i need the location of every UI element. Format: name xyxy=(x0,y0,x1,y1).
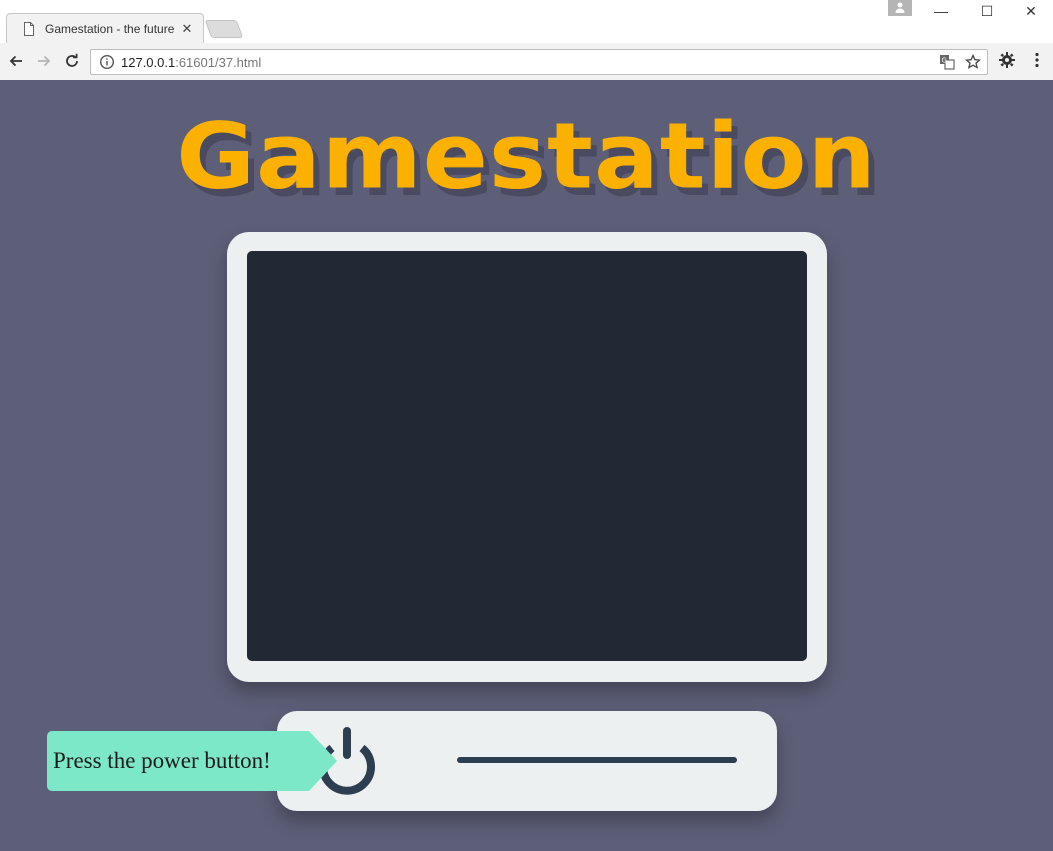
page-content: Gamestation Press the power button! xyxy=(0,80,1053,851)
browser-toolbar: 127.0.0.1:61601/37.html G xyxy=(0,43,1053,80)
svg-text:G: G xyxy=(942,57,947,65)
monitor-frame xyxy=(227,232,827,682)
info-icon[interactable] xyxy=(99,54,115,70)
cartridge-slot xyxy=(457,757,737,763)
kebab-menu-icon[interactable] xyxy=(1026,49,1048,71)
window-close-button[interactable]: ✕ xyxy=(1008,0,1053,22)
game-screen[interactable] xyxy=(247,251,807,661)
star-icon[interactable] xyxy=(963,52,983,72)
new-tab-button[interactable] xyxy=(204,20,244,38)
reload-icon xyxy=(66,53,78,67)
tab-strip: Gamestation - the future ✕ — ☐ ✕ xyxy=(0,0,1053,43)
url-path: :61601/37.html xyxy=(175,54,262,70)
address-bar-actions: G xyxy=(937,52,983,72)
profile-icon[interactable] xyxy=(888,0,912,16)
browser-chrome: Gamestation - the future ✕ — ☐ ✕ 127.0.0… xyxy=(0,0,1053,80)
document-icon xyxy=(24,21,34,36)
address-bar[interactable]: 127.0.0.1:61601/37.html G xyxy=(90,49,988,75)
tab-title: Gamestation - the future xyxy=(45,21,175,36)
browser-tab[interactable]: Gamestation - the future ✕ xyxy=(6,13,204,43)
forward-button[interactable] xyxy=(32,49,56,73)
translate-icon[interactable]: G xyxy=(937,52,957,72)
window-minimize-button[interactable]: — xyxy=(918,0,964,22)
console-base xyxy=(277,711,777,811)
back-arrow-icon xyxy=(9,55,22,67)
forward-arrow-icon xyxy=(38,55,51,67)
url-host: 127.0.0.1 xyxy=(121,54,176,70)
tab-close-icon[interactable]: ✕ xyxy=(179,21,195,37)
power-hint-tooltip: Press the power button! xyxy=(47,731,337,791)
back-button[interactable] xyxy=(4,49,28,73)
gamestation-logo: Gamestation xyxy=(176,102,877,210)
gear-icon[interactable] xyxy=(996,49,1018,71)
window-maximize-button[interactable]: ☐ xyxy=(964,0,1010,22)
reload-button[interactable] xyxy=(60,49,84,73)
tooltip-text: Press the power button! xyxy=(53,748,271,773)
